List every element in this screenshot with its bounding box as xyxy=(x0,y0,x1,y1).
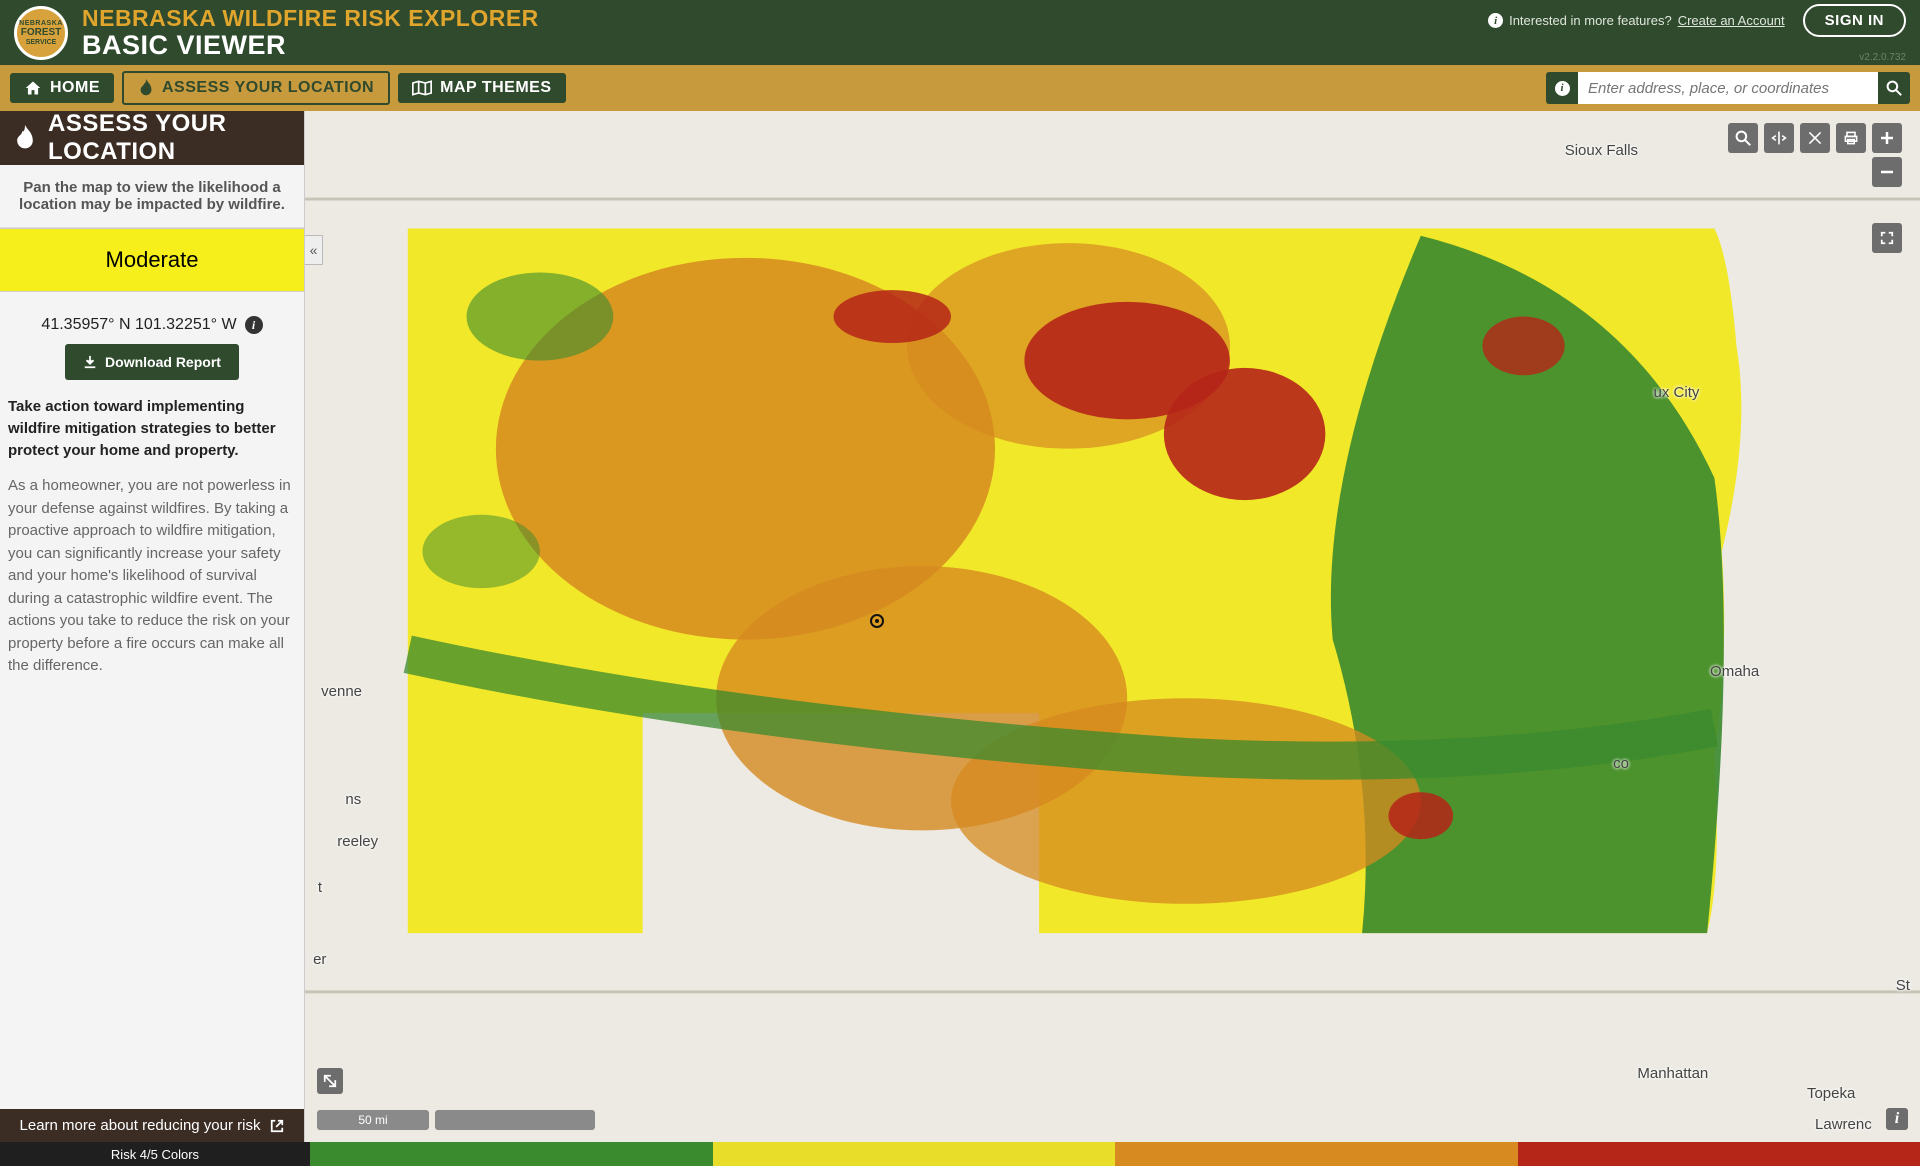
split-icon xyxy=(1771,130,1787,146)
nav-themes-button[interactable]: MAP THEMES xyxy=(398,73,565,103)
sidebar: ASSESS YOUR LOCATION Pan the map to view… xyxy=(0,111,305,1142)
zoom-in-button[interactable] xyxy=(1872,123,1902,153)
city-label: ns xyxy=(345,791,361,808)
info-icon: i xyxy=(1488,13,1503,28)
city-label: Topeka xyxy=(1807,1085,1855,1102)
expand-icon xyxy=(323,1074,337,1088)
app-header: NEBRASKA FOREST SERVICE NEBRASKA WILDFIR… xyxy=(0,0,1920,65)
forest-service-logo: NEBRASKA FOREST SERVICE xyxy=(14,6,68,60)
legend-orange xyxy=(1115,1142,1518,1166)
sidebar-collapse-handle[interactable]: « xyxy=(305,235,323,265)
city-label: St xyxy=(1896,977,1910,994)
legend-label: Risk 4/5 Colors xyxy=(0,1142,310,1166)
main-nav: HOME ASSESS YOUR LOCATION MAP THEMES i xyxy=(0,65,1920,111)
scale-bar: 50 mi xyxy=(317,1110,429,1130)
create-account-link[interactable]: Create an Account xyxy=(1678,13,1785,28)
minus-icon xyxy=(1880,165,1894,179)
nav-assess-button[interactable]: ASSESS YOUR LOCATION xyxy=(122,71,390,105)
risk-level-chip: Moderate xyxy=(0,228,304,292)
city-label: t xyxy=(318,879,322,896)
fullscreen-icon xyxy=(1880,231,1894,245)
info-icon[interactable]: i xyxy=(245,316,263,334)
search-button[interactable] xyxy=(1878,72,1910,104)
city-label: venne xyxy=(321,683,362,700)
map-split-control[interactable] xyxy=(1764,123,1794,153)
map-print-control[interactable] xyxy=(1836,123,1866,153)
city-label: Sioux Falls xyxy=(1565,142,1638,159)
city-label: Lawrenc xyxy=(1815,1116,1872,1133)
map-measure-control[interactable] xyxy=(1800,123,1830,153)
zoom-out-button[interactable] xyxy=(1872,157,1902,187)
info-icon: i xyxy=(1895,1110,1899,1128)
map-controls-bottom-left: 50 mi xyxy=(317,1110,595,1130)
flame-icon xyxy=(14,125,36,151)
map-info-button[interactable]: i xyxy=(1886,1108,1908,1130)
app-title: NEBRASKA WILDFIRE RISK EXPLORER xyxy=(82,5,539,32)
search-icon xyxy=(1886,80,1902,96)
city-label: Manhattan xyxy=(1637,1065,1708,1082)
learn-more-link[interactable]: Learn more about reducing your risk xyxy=(0,1109,304,1142)
city-label: co xyxy=(1613,755,1629,772)
sidebar-instruction: Pan the map to view the likelihood a loc… xyxy=(0,165,304,228)
coordinates-row: 41.35957° N 101.32251° W i xyxy=(0,292,304,344)
map-search-control[interactable] xyxy=(1728,123,1758,153)
app-subtitle: BASIC VIEWER xyxy=(82,30,539,61)
home-icon xyxy=(24,80,42,96)
fullscreen-button[interactable] xyxy=(1872,223,1902,253)
download-icon xyxy=(83,355,97,369)
search-icon xyxy=(1735,130,1751,146)
chevron-left-icon: « xyxy=(310,242,318,258)
map-controls-top-right xyxy=(1728,123,1902,253)
risk-color-legend: Risk 4/5 Colors xyxy=(0,1142,1920,1166)
city-label: reeley xyxy=(337,833,378,850)
legend-red xyxy=(1518,1142,1920,1166)
map[interactable]: Sioux Falls ux City Omaha co venne ns reeley t e… xyxy=(305,111,1920,1142)
map-icon xyxy=(412,80,432,96)
attribution-bar[interactable] xyxy=(435,1110,595,1130)
search-info-button[interactable]: i xyxy=(1546,72,1578,104)
body-text: As a homeowner, you are not powerless in… xyxy=(0,475,304,692)
map-expand-button[interactable] xyxy=(317,1068,343,1094)
map-canvas xyxy=(305,111,1920,1142)
flame-icon xyxy=(138,79,154,97)
city-label: ux City xyxy=(1654,384,1700,401)
action-text: Take action toward implementing wildfire… xyxy=(0,396,304,475)
print-icon xyxy=(1843,130,1859,146)
app-titles: NEBRASKA WILDFIRE RISK EXPLORER BASIC VI… xyxy=(82,5,539,61)
search-container: i xyxy=(1546,72,1910,104)
features-prompt: i Interested in more features? Create an… xyxy=(1488,13,1785,28)
sign-in-button[interactable]: SIGN IN xyxy=(1803,4,1906,37)
legend-green xyxy=(310,1142,713,1166)
search-input[interactable] xyxy=(1578,72,1878,104)
nav-home-button[interactable]: HOME xyxy=(10,73,114,103)
plus-icon xyxy=(1880,131,1894,145)
download-report-button[interactable]: Download Report xyxy=(65,344,239,380)
info-icon: i xyxy=(1555,81,1570,96)
coordinates-text: 41.35957° N 101.32251° W xyxy=(41,316,236,334)
main-area: ASSESS YOUR LOCATION Pan the map to view… xyxy=(0,111,1920,1142)
city-label: er xyxy=(313,951,326,968)
city-label: Omaha xyxy=(1710,663,1759,680)
external-link-icon xyxy=(270,1119,284,1133)
legend-yellow xyxy=(713,1142,1116,1166)
sidebar-header: ASSESS YOUR LOCATION xyxy=(0,111,304,165)
ruler-icon xyxy=(1807,130,1823,146)
app-version: v2.2.0.732 xyxy=(1859,52,1906,63)
